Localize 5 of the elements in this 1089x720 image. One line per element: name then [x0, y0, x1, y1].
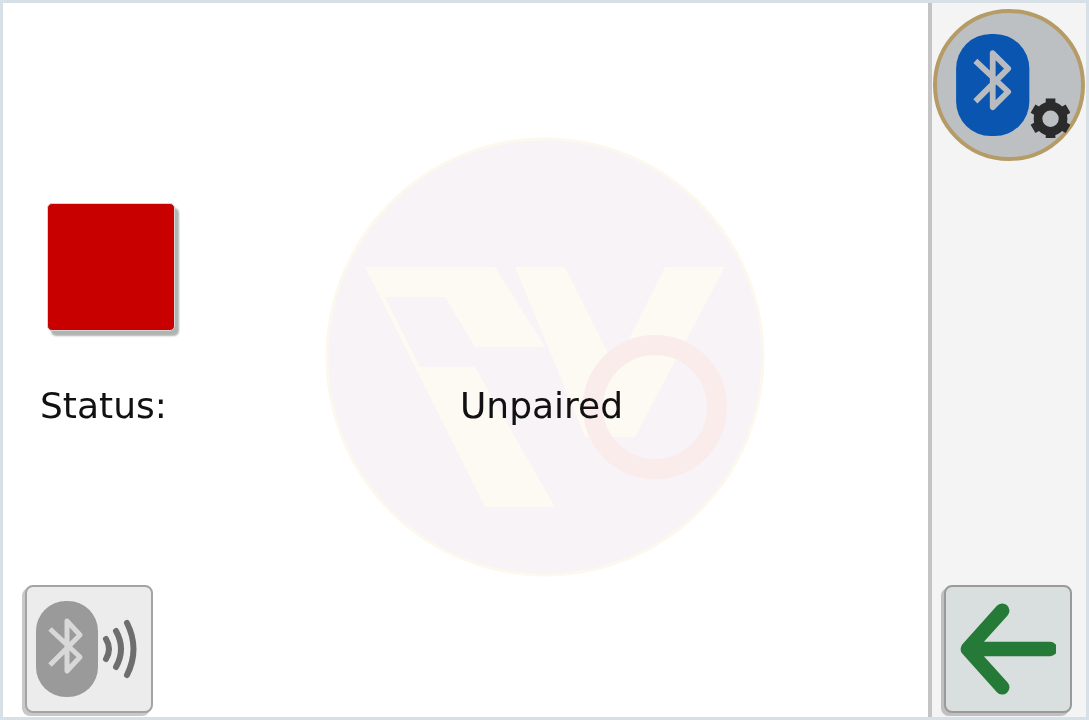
bluetooth-gear-icon [954, 32, 1070, 138]
status-value: Unpaired [460, 385, 624, 426]
status-label: Status: [40, 385, 168, 426]
back-button[interactable] [944, 585, 1072, 713]
back-arrow-icon [960, 603, 1056, 695]
